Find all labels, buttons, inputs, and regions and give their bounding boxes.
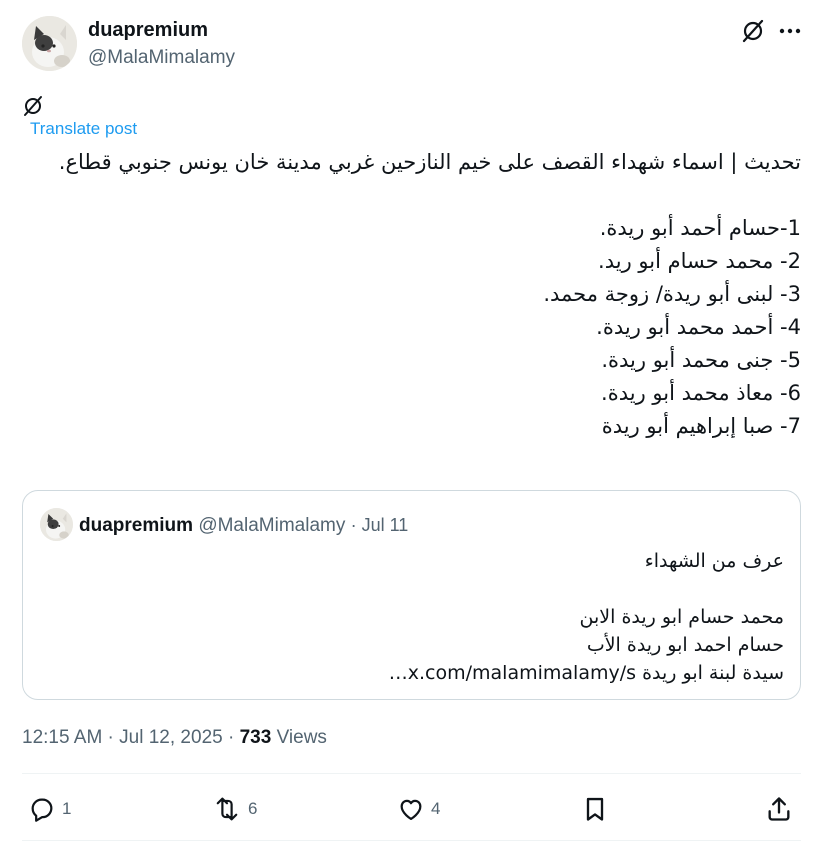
post-name-6: 6- معاذ محمد أبو ريدة. [601,381,801,405]
repost-button[interactable]: 6 [212,790,257,828]
translate-icon [22,95,44,117]
views-label: Views [271,727,327,748]
bookmark-icon [586,797,604,821]
grok-icon[interactable] [738,16,768,46]
quoted-line-4: سيدة لبنة ابو ريدة x.com/malamimalamy/s… [388,662,784,684]
quoted-post-body: عرف من الشهداء محمد حسام ابو ريدة الابن … [44,547,784,687]
post-name-4: 4- أحمد محمد أبو ريدة. [596,315,801,339]
like-count: 4 [431,799,441,818]
quoted-author-name: duapremium [79,515,194,536]
post-name-5: 5- جنى محمد أبو ريدة. [601,348,801,372]
bookmark-button[interactable] [581,790,609,828]
post-meta: 12:15 AM · Jul 12, 2025 · 733 Views [22,725,327,751]
author-name[interactable]: duapremium [88,18,208,42]
post-name-7: 7- صبا إبراهيم أبو ريدة [601,414,801,438]
meta-separator: · [102,727,120,748]
action-bar: 1 6 4 [22,790,801,828]
translate-post-link[interactable]: Translate post [30,118,137,140]
post-name-1: 1-حسام أحمد أبو ريدة. [599,216,801,240]
divider [22,773,801,774]
post-date[interactable]: Jul 12, 2025 [119,727,223,748]
reply-button[interactable]: 1 [28,790,71,828]
quoted-line-3: حسام احمد ابو ريدة الأب [586,634,784,656]
quoted-line-1: عرف من الشهداء [644,550,784,572]
quoted-post-header: duapremium @MalaMimalamy · Jul 11 [79,513,408,538]
quoted-author-handle: @MalaMimalamy [198,515,346,536]
author-handle[interactable]: @MalaMimalamy [88,46,235,70]
divider [22,840,801,841]
post-body: تحديث | اسماء شهداء القصف على خيم النازح… [21,146,801,443]
quoted-author-avatar [40,508,73,541]
author-avatar[interactable] [22,16,77,71]
post-name-2: 2- محمد حسام أبو ريد. [598,249,801,273]
share-icon [768,797,790,821]
repost-count: 6 [248,799,258,818]
post-time[interactable]: 12:15 AM [22,727,102,748]
like-icon [400,799,422,821]
cat-avatar-image [22,16,77,71]
views-count: 733 [239,727,272,748]
post-name-3: 3- لبنى أبو ريدة/ زوجة محمد. [543,282,801,306]
quoted-post-card[interactable]: duapremium @MalaMimalamy · Jul 11 عرف من… [22,490,801,700]
repost-icon [216,797,238,821]
reply-count: 1 [62,799,72,818]
meta-separator: · [222,727,240,748]
share-button[interactable] [765,790,793,828]
like-button[interactable]: 4 [397,790,440,828]
quoted-line-2: محمد حسام ابو ريدة الابن [579,606,784,628]
post-headline: تحديث | اسماء شهداء القصف على خيم النازح… [58,150,801,174]
more-icon[interactable] [775,16,805,46]
reply-icon [31,798,53,822]
quoted-post-date: · Jul 11 [350,515,409,535]
